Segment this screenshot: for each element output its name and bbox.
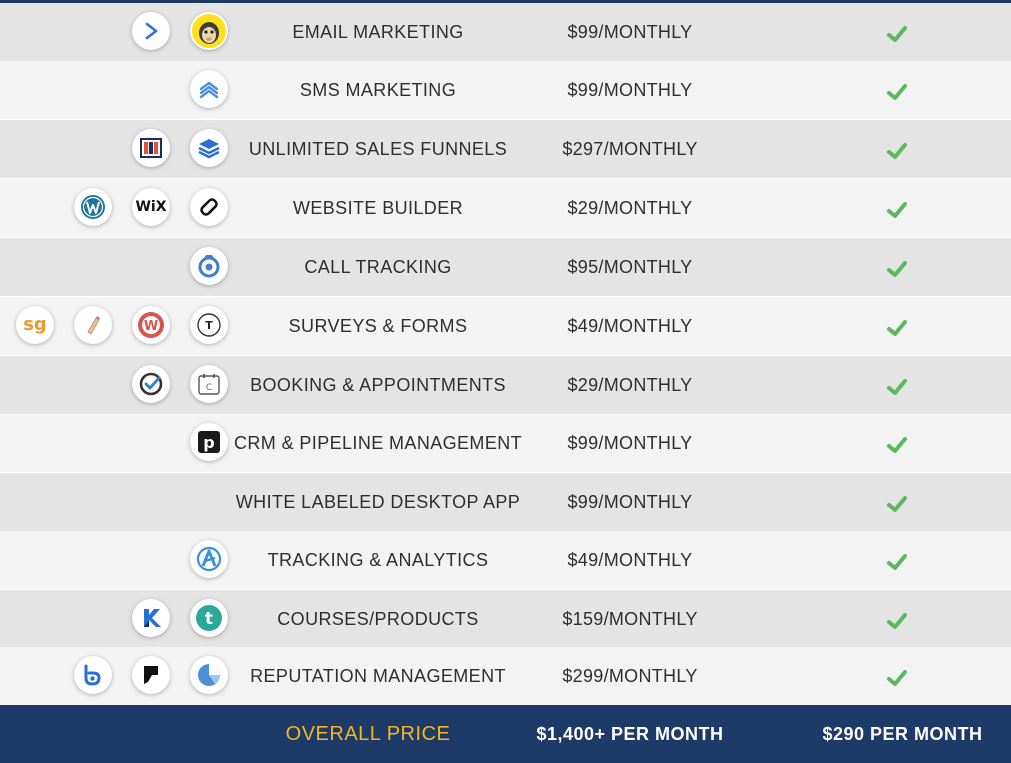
table-row: UNLIMITED SALES FUNNELS $297/MONTHLY (0, 120, 1011, 178)
feature-name: CALL TRACKING (304, 256, 452, 277)
feature-name: SURVEYS & FORMS (288, 315, 468, 336)
table-row: WiX WEBSITE BUILDER $29/MONTHLY (0, 179, 1011, 237)
check-icon (886, 434, 908, 456)
check-icon (886, 317, 908, 339)
calltracking-icon (190, 247, 228, 285)
feature-name: REPUTATION MANAGEMENT (250, 665, 506, 686)
acuity-icon (132, 365, 170, 403)
check-icon (886, 376, 908, 398)
feature-price: $297/MONTHLY (562, 138, 698, 159)
table-row: CALL TRACKING $95/MONTHLY (0, 238, 1011, 296)
surveygizmo-icon: sg (16, 306, 54, 344)
table-row: REPUTATION MANAGEMENT $299/MONTHLY (0, 647, 1011, 705)
pipedrive-icon: p (190, 423, 228, 461)
check-icon (886, 258, 908, 280)
svg-text:C: C (206, 383, 212, 393)
feature-price: $95/MONTHLY (567, 256, 693, 277)
check-icon (886, 199, 908, 221)
check-icon (886, 81, 908, 103)
feature-price: $159/MONTHLY (562, 608, 698, 629)
analytics-icon (190, 540, 228, 578)
table-row: EMAIL MARKETING $99/MONTHLY (0, 3, 1011, 61)
feature-name: TRACKING & ANALYTICS (267, 549, 489, 570)
check-icon (886, 551, 908, 573)
pie-chart-icon (190, 656, 228, 694)
feature-name: UNLIMITED SALES FUNNELS (248, 138, 508, 159)
feature-price: $99/MONTHLY (567, 491, 693, 512)
check-icon (886, 667, 908, 689)
table-row: TRACKING & ANALYTICS $49/MONTHLY (0, 531, 1011, 589)
table-row: t COURSES/PRODUCTS $159/MONTHLY (0, 590, 1011, 648)
our-total-price: $290 PER MONTH (822, 723, 983, 744)
feature-price: $49/MONTHLY (567, 549, 693, 570)
check-icon (886, 610, 908, 632)
wordpress-icon (74, 188, 112, 226)
check-icon (886, 23, 908, 45)
feature-name: BOOKING & APPOINTMENTS (250, 374, 506, 395)
chevrons-up-icon (190, 70, 228, 108)
clickfunnels-icon (132, 129, 170, 167)
feature-name: EMAIL MARKETING (292, 21, 464, 42)
overall-price-row: OVERALL PRICE $1,400+ PER MONTH $290 PER… (0, 705, 1011, 763)
calendly-icon: C (190, 365, 228, 403)
feature-price: $49/MONTHLY (567, 315, 693, 336)
overall-price-label: OVERALL PRICE (285, 722, 451, 745)
feature-name: SMS MARKETING (299, 79, 457, 100)
competitor-total-price: $1,400+ PER MONTH (536, 723, 724, 744)
kajabi-icon (132, 599, 170, 637)
typeform-icon: T (190, 306, 228, 344)
feature-price: $99/MONTHLY (567, 432, 693, 453)
table-row: C BOOKING & APPOINTMENTS $29/MONTHLY (0, 356, 1011, 414)
table-row: sg W T SURVEYS & FORMS $49/MONTHLY (0, 297, 1011, 355)
check-icon (886, 140, 908, 162)
table-row: SMS MARKETING $99/MONTHLY (0, 61, 1011, 119)
mailchimp-icon (190, 12, 228, 50)
table-row: p CRM & PIPELINE MANAGEMENT $99/MONTHLY (0, 414, 1011, 472)
wix-icon: WiX (132, 188, 170, 226)
feature-name: WEBSITE BUILDER (292, 197, 464, 218)
table-row: WHITE LABELED DESKTOP APP $99/MONTHLY (0, 473, 1011, 531)
feature-name: CRM & PIPELINE MANAGEMENT (233, 432, 523, 453)
svg-text:W: W (144, 319, 158, 334)
foursquare-icon (132, 656, 170, 694)
squarespace-icon (190, 188, 228, 226)
svg-text:T: T (205, 319, 213, 332)
birdeye-icon (74, 656, 112, 694)
feature-name: COURSES/PRODUCTS (277, 608, 479, 629)
check-icon (886, 493, 908, 515)
activecampaign-icon (132, 12, 170, 50)
wufoo-icon: W (132, 306, 170, 344)
feature-price: $29/MONTHLY (567, 374, 693, 395)
feature-price: $99/MONTHLY (567, 21, 693, 42)
feature-price: $299/MONTHLY (562, 665, 698, 686)
svg-text:t: t (205, 609, 213, 629)
pencil-icon (74, 306, 112, 344)
feature-price: $99/MONTHLY (567, 79, 693, 100)
feature-name: WHITE LABELED DESKTOP APP (235, 491, 521, 512)
teachable-icon: t (190, 599, 228, 637)
feature-price: $29/MONTHLY (567, 197, 693, 218)
svg-text:p: p (203, 433, 214, 452)
pricing-comparison-table: EMAIL MARKETING $99/MONTHLY SMS MARKETIN… (0, 0, 1011, 763)
layers-icon (190, 129, 228, 167)
